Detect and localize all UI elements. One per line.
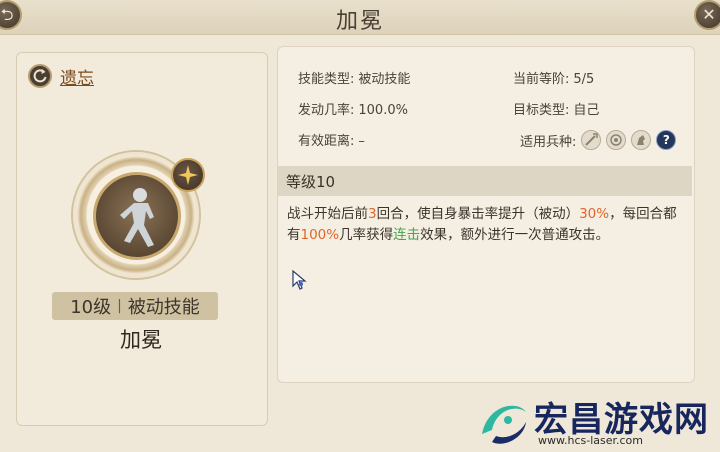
trigger-rate-value: 100.0%	[358, 103, 408, 118]
range-value: –	[358, 134, 365, 149]
mouse-cursor-icon	[292, 269, 308, 294]
target-type-value: 自己	[573, 103, 600, 118]
trigger-rate-label: 发动几率:	[298, 103, 355, 118]
figure-icon	[120, 188, 154, 247]
desc-chance-value: 100%	[300, 227, 340, 243]
range-label: 有效距离:	[298, 134, 355, 149]
applicable-troops: 适用兵种: ?	[520, 130, 677, 150]
target-type-label: 目标类型:	[513, 103, 570, 118]
level-header: 等级10	[278, 166, 692, 196]
desc-text: 战斗开始后前	[287, 206, 368, 222]
desc-combo-keyword: 连击	[393, 227, 421, 243]
effective-range: 有效距离: –	[298, 130, 365, 149]
desc-text: 几率获得	[339, 227, 394, 243]
skill-type-label: 技能类型:	[298, 72, 355, 87]
current-rank-label: 当前等阶:	[513, 72, 570, 87]
trigger-rate: 发动几率: 100.0%	[298, 99, 408, 118]
desc-text: 效果，额外进行一次普通攻击。	[420, 227, 610, 243]
star-badge-icon	[171, 158, 205, 192]
watermark-logo-icon	[482, 405, 526, 444]
close-button[interactable]: ✕	[694, 0, 720, 30]
separator: |	[117, 298, 122, 314]
level-strip: 10级 | 被动技能	[52, 292, 218, 320]
window-title: 加冕	[335, 9, 384, 34]
troops-label: 适用兵种:	[520, 134, 577, 150]
current-rank-value: 5/5	[573, 72, 595, 87]
forget-label: 遗忘	[60, 68, 94, 89]
cavalry-troop-icon[interactable]	[631, 130, 652, 150]
watermark: 宏昌游戏网 www.hcs-laser.com	[470, 392, 720, 452]
refresh-icon	[28, 64, 52, 88]
target-type: 目标类型: 自己	[513, 99, 599, 118]
skill-kind: 被动技能	[127, 297, 200, 318]
desc-crit-value: 30%	[579, 206, 610, 222]
back-icon: ⮌	[0, 5, 14, 24]
help-icon[interactable]: ?	[656, 130, 677, 150]
level-header-text: 等级10	[286, 172, 336, 191]
skill-description: 战斗开始后前3回合，使自身暴击率提升（被动）30%，每回合都有100%几率获得连…	[287, 204, 687, 246]
skill-level: 10级	[70, 297, 112, 318]
desc-text: 回合，使自身暴击率提升（被动）	[376, 206, 580, 222]
close-icon: ✕	[702, 5, 716, 24]
skill-icon[interactable]	[93, 172, 181, 260]
desc-rounds: 3	[368, 206, 377, 222]
skill-name: 加冕	[120, 328, 162, 352]
skill-type: 技能类型: 被动技能	[298, 68, 410, 87]
forget-button[interactable]: 遗忘	[28, 62, 94, 90]
title-bar: 加冕	[0, 0, 720, 35]
watermark-url: www.hcs-laser.com	[538, 434, 643, 447]
current-rank: 当前等阶: 5/5	[513, 68, 594, 87]
skill-type-value: 被动技能	[358, 72, 411, 87]
archer-troop-icon[interactable]	[606, 130, 627, 150]
sword-troop-icon[interactable]	[581, 130, 602, 150]
